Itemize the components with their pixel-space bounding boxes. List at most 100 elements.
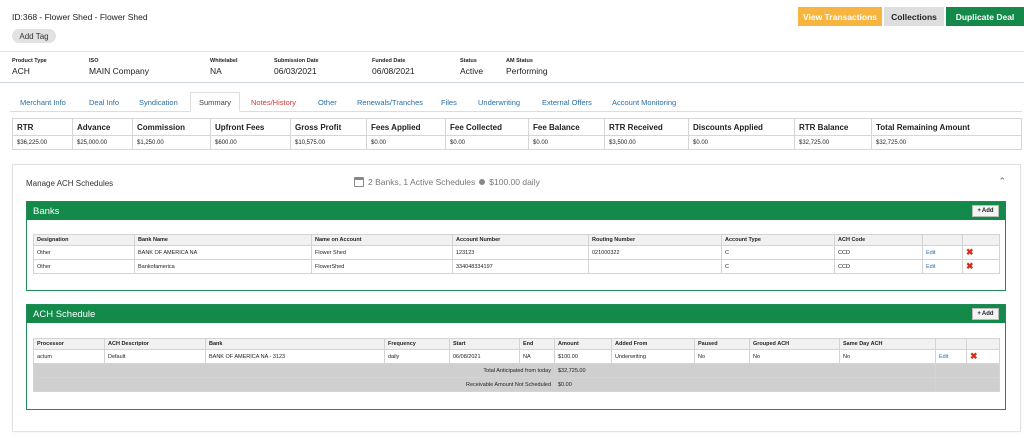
edit-link[interactable]: Edit [922,245,963,260]
info-product-type: Product Type ACH [12,58,47,76]
tab-renewals-tranches[interactable]: Renewals/Tranches [357,92,423,112]
col-grouped-ach: Grouped ACH [749,338,840,350]
summary-header: Commission [132,118,211,136]
tab-deal-info[interactable]: Deal Info [89,92,119,112]
not-scheduled-value: $0.00 [554,377,936,392]
cell: CCD [834,245,923,260]
col-bank-name: Bank Name [134,234,312,246]
table-row: Other Bankofamerica FlowerShed 334048334… [33,259,1000,274]
deal-tabs: Merchant Info Deal Info Syndication Summ… [10,92,1022,112]
ach-schedule-header: ACH Schedule + Add [27,305,1005,323]
blank-cell [935,363,1000,378]
col-frequency: Frequency [384,338,450,350]
delete-x-icon[interactable]: ✖ [966,247,974,257]
summary-value: $10,575.00 [290,135,367,150]
col-added-from: Added From [611,338,695,350]
cell: Flower Shed [311,245,453,260]
cell: No [694,349,750,364]
tab-underwriting[interactable]: Underwriting [478,92,520,112]
cell: CCD [834,259,923,274]
cell: BANK OF AMERICA NA - 3123 [205,349,385,364]
tab-notes-history[interactable]: Notes/History [251,92,296,112]
col-delete [962,234,1000,246]
top-actions: View Transactions Collections Duplicate … [798,7,1024,26]
tab-summary[interactable]: Summary [190,92,240,112]
summary-value: $36,225.00 [12,135,73,150]
banks-box: Banks + Add Designation Bank Name Name on… [26,201,1006,291]
info-funded-date: Funded Date 06/08/2021 [372,58,415,76]
ach-schedule-count: 2 Banks, 1 Active Schedules [368,177,476,187]
cell: 021000322 [588,245,722,260]
tab-files[interactable]: Files [441,92,457,112]
add-schedule-button[interactable]: + Add [972,308,999,320]
cell: daily [384,349,450,364]
summary-value: $3,500.00 [604,135,689,150]
info-am-status: AM Status Performing [506,58,548,76]
summary-table: RTR Advance Commission Upfront Fees Gros… [12,118,1022,150]
header-divider [0,51,1024,52]
collections-button[interactable]: Collections [884,7,944,26]
cell [588,259,722,274]
banks-table: Designation Bank Name Name on Account Ac… [33,234,1000,274]
col-name-on-account: Name on Account [311,234,453,246]
tab-syndication[interactable]: Syndication [139,92,178,112]
summary-header: Discounts Applied [688,118,795,136]
plus-icon: + [977,208,981,214]
ach-daily-amount: $100.00 daily [489,177,540,187]
cell: 334048334197 [452,259,589,274]
add-bank-button[interactable]: + Add [972,205,999,217]
col-edit [922,234,963,246]
schedule-header-row: Processor ACH Descriptor Bank Frequency … [33,338,1000,350]
info-status: Status Active [460,58,484,76]
tab-external-offers[interactable]: External Offers [542,92,592,112]
summary-value: $600.00 [210,135,291,150]
summary-value: $0.00 [688,135,795,150]
edit-link[interactable]: Edit [922,259,963,274]
info-submission-date: Submission Date 06/03/2021 [274,58,319,76]
col-start: Start [449,338,520,350]
table-row: actum Default BANK OF AMERICA NA - 3123 … [33,349,1000,364]
cell: actum [33,349,105,364]
chevron-up-icon[interactable]: ⌃ [998,176,1006,187]
banks-header-row: Designation Bank Name Name on Account Ac… [33,234,1000,246]
summary-header: Advance [72,118,133,136]
add-tag-button[interactable]: Add Tag [12,29,56,43]
total-anticipated-value: $32,725.00 [554,363,936,378]
tab-other[interactable]: Other [318,92,337,112]
col-amount: Amount [554,338,612,350]
delete-x-icon[interactable]: ✖ [970,351,978,361]
view-transactions-button[interactable]: View Transactions [798,7,882,26]
delete-x-icon[interactable]: ✖ [966,261,974,271]
delete-cell: ✖ [962,245,1000,260]
total-anticipated-label: Total Anticipated from today [33,363,555,378]
col-designation: Designation [33,234,135,246]
banks-header: Banks + Add [27,202,1005,220]
col-ach-descriptor: ACH Descriptor [104,338,206,350]
summary-header: Fee Balance [528,118,605,136]
table-row: Other BANK OF AMERICA NA Flower Shed 123… [33,245,1000,260]
summary-header: RTR Received [604,118,689,136]
summary-value: $32,725.00 [871,135,1022,150]
cell: Other [33,245,135,260]
banks-title: Banks [33,205,60,217]
cell: FlowerShed [311,259,453,274]
col-account-type: Account Type [721,234,835,246]
col-bank: Bank [205,338,385,350]
ach-schedule-table: Processor ACH Descriptor Bank Frequency … [33,338,1000,392]
summary-value: $1,250.00 [132,135,211,150]
ach-schedule-box: ACH Schedule + Add Processor ACH Descript… [26,304,1006,410]
cell: Bankofamerica [134,259,312,274]
add-bank-label: Add [981,208,994,214]
duplicate-deal-button[interactable]: Duplicate Deal [946,7,1024,26]
col-delete [966,338,1000,350]
edit-link[interactable]: Edit [935,349,967,364]
col-ach-code: ACH Code [834,234,923,246]
delete-cell: ✖ [962,259,1000,274]
cell: C [721,245,835,260]
summary-value: $0.00 [528,135,605,150]
summary-header: Gross Profit [290,118,367,136]
tab-merchant-info[interactable]: Merchant Info [20,92,66,112]
plus-icon: + [977,311,981,317]
summary-header: RTR [12,118,73,136]
tab-account-monitoring[interactable]: Account Monitoring [612,92,676,112]
